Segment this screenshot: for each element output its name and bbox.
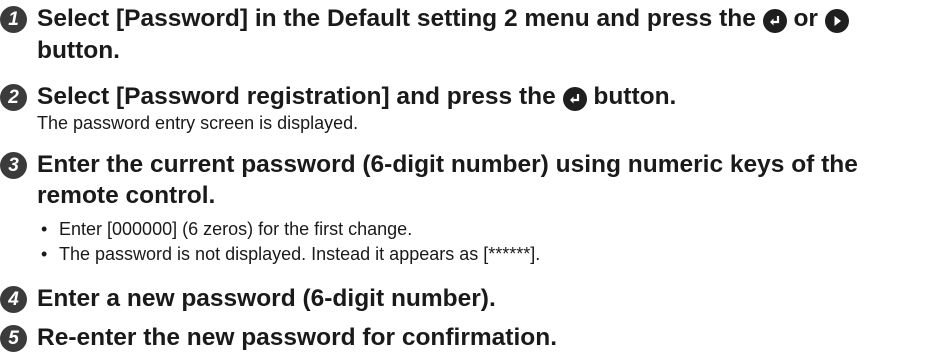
step-number-2: 2 <box>0 84 27 111</box>
step-number-4: 4 <box>0 286 27 313</box>
step-3-bullet-1: • Enter [000000] (6 zeros) for the first … <box>37 217 412 241</box>
bullet-dot-icon: • <box>41 219 48 239</box>
step-1-or: or <box>793 5 818 32</box>
step-3-bullet-2: • The password is not displayed. Instead … <box>37 242 540 266</box>
step-2-text-end: button. <box>593 83 677 110</box>
step-1-text: Select [Password] in the Default setting… <box>37 5 756 32</box>
right-arrow-button-icon <box>824 9 849 33</box>
step-3-title-cont: remote control. <box>37 182 216 209</box>
step-5-title: Re-enter the new password for confirmati… <box>37 324 558 351</box>
step-2-text: Select [Password registration] and press… <box>37 83 556 110</box>
step-1-text-cont: button. <box>37 37 120 64</box>
enter-button-icon <box>562 87 587 111</box>
bullet-dot-icon: • <box>41 244 48 264</box>
step-3-title: Enter the current password (6-digit numb… <box>37 151 858 178</box>
step-2-title: Select [Password registration] and press… <box>37 81 934 113</box>
step-number-5: 5 <box>0 325 27 352</box>
step-4-title: Enter a new password (6-digit number). <box>37 285 496 312</box>
enter-button-icon <box>762 9 787 33</box>
bullet-text: The password is not displayed. Instead i… <box>59 244 541 264</box>
step-1-title: Select [Password] in the Default setting… <box>37 3 934 35</box>
step-2-body: The password entry screen is displayed. <box>37 113 359 133</box>
bullet-text: Enter [000000] (6 zeros) for the first c… <box>59 219 413 239</box>
step-number-3: 3 <box>0 152 27 179</box>
step-number-1: 1 <box>0 6 27 33</box>
